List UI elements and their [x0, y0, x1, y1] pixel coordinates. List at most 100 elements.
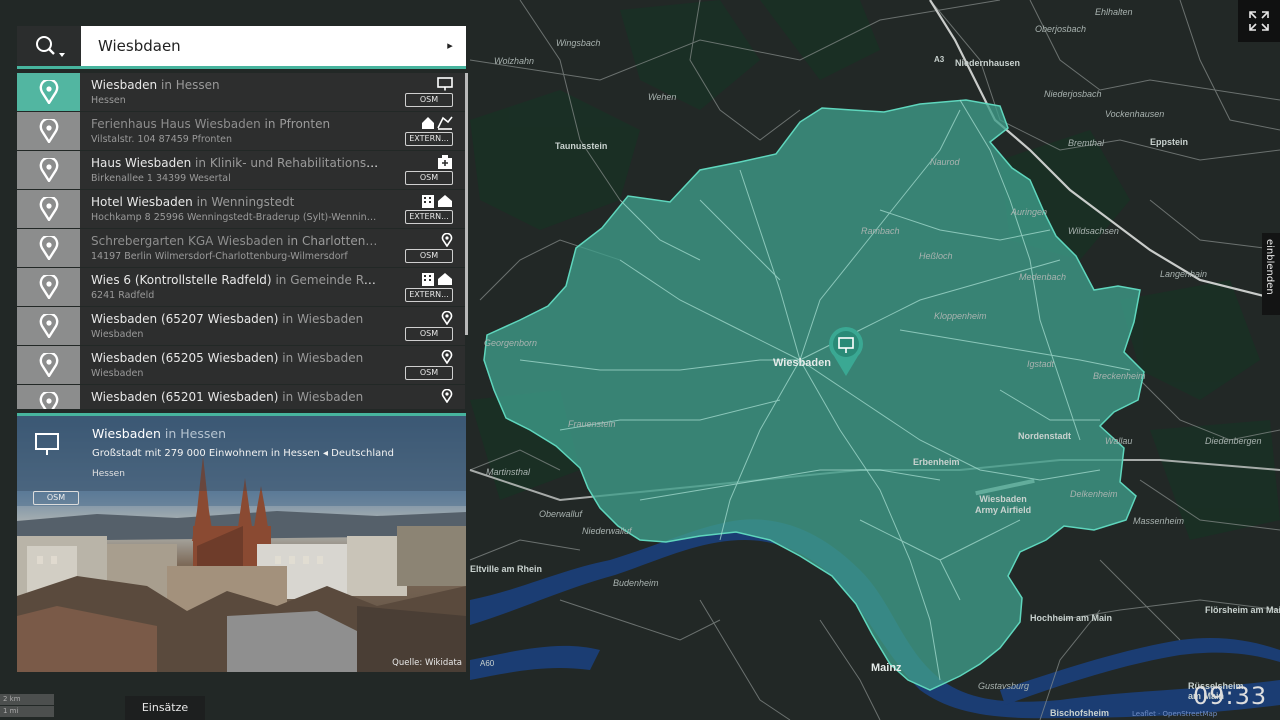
map-label-auringen: Auringen [1011, 207, 1048, 217]
hotel-icon [413, 115, 453, 130]
monitor-icon [35, 433, 59, 455]
building-icon [413, 271, 453, 286]
search-submit-button[interactable]: ▸ [442, 38, 458, 54]
detail-title: Wiesbaden in Hessen [92, 426, 227, 441]
result-source-badge[interactable]: OSM [405, 93, 453, 107]
detail-region: Hessen [92, 469, 125, 479]
result-address: 6241 Radfeld [91, 290, 155, 301]
result-row[interactable]: Wiesbaden in Hessen Hessen OSM [17, 73, 465, 111]
map-label-wehen: Wehen [648, 92, 677, 102]
map-label-niederwalluf: Niederwalluf [582, 526, 632, 536]
map-label-rambach: Rambach [861, 226, 900, 236]
result-title: Haus Wiesbaden in Klinik- und Rehabilita… [91, 156, 381, 170]
result-title: Wiesbaden (65207 Wiesbaden) in Wiesbaden [91, 312, 364, 326]
result-title: Ferienhaus Haus Wiesbaden in Pfronten [91, 117, 331, 131]
map-label-bremthal: Bremthal [1068, 138, 1105, 148]
map-label-mainz: Mainz [871, 662, 902, 674]
map-label-oberwalluf: Oberwalluf [539, 509, 583, 519]
map-label-eppstein: Eppstein [1150, 137, 1189, 147]
monitor-icon [413, 76, 453, 91]
map-pin-icon [17, 190, 80, 228]
result-row[interactable]: Wiesbaden (65201 Wiesbaden) in Wiesbaden [17, 385, 465, 409]
map-label-medenbach: Medenbach [1019, 272, 1067, 282]
result-address: Birkenallee 1 34399 Wesertal [91, 173, 231, 184]
clock: 09:33 [1193, 682, 1268, 710]
map-pin-icon [17, 151, 80, 189]
map-label-igstadt: Igstadt [1027, 359, 1055, 369]
map-label-nordenstadt: Nordenstadt [1018, 431, 1072, 441]
map-label-breckenheim: Breckenheim [1093, 371, 1146, 381]
map-pin-icon [17, 385, 80, 409]
map-label-delkenheim: Delkenheim [1070, 489, 1118, 499]
einsaetze-button[interactable]: Einsätze [125, 696, 205, 720]
detail-card: Wiesbaden in Hessen Großstadt mit 279 00… [17, 413, 466, 672]
map-pin-icon [17, 346, 80, 384]
map-label-a3: A3 [934, 55, 945, 64]
pin-icon [413, 310, 453, 326]
map-label-vockenhausen: Vockenhausen [1105, 109, 1165, 119]
result-row[interactable]: Wies 6 (Kontrollstelle Radfeld) in Gemei… [17, 268, 465, 306]
photo-credit[interactable]: Quelle: Wikidata [392, 658, 462, 668]
result-address: Vilstalstr. 104 87459 Pfronten [91, 134, 233, 145]
map-label-oberjosbach: Oberjosbach [1035, 24, 1087, 34]
result-row[interactable]: Ferienhaus Haus Wiesbaden in Pfronten Vil… [17, 112, 465, 150]
map-label-martinsthal: Martinsthal [486, 467, 531, 477]
map-label-georgenborn: Georgenborn [484, 338, 538, 348]
result-row[interactable]: Schrebergarten KGA Wiesbaden in Charlott… [17, 229, 465, 267]
map-label-budenheim: Budenheim [613, 578, 659, 588]
map-label-ehlhalten: Ehlhalten [1095, 7, 1133, 17]
result-source-badge[interactable]: EXTERN... [405, 210, 453, 224]
result-address: Wiesbaden [91, 368, 144, 379]
map-pin-icon [17, 229, 80, 267]
result-source-badge[interactable]: OSM [405, 366, 453, 380]
result-title: Schrebergarten KGA Wiesbaden in Charlott… [91, 234, 381, 248]
results-scrollbar[interactable] [465, 73, 468, 335]
result-title: Wiesbaden in Hessen [91, 78, 220, 92]
map-label-hochheim: Hochheim am Main [1030, 613, 1113, 623]
result-source-badge[interactable]: OSM [405, 249, 453, 263]
pin-icon [413, 349, 453, 365]
map-pin-icon [17, 307, 80, 345]
map-scale: 2 km 1 mi [0, 694, 54, 718]
search-bar: ▸ [17, 26, 466, 69]
fullscreen-button[interactable] [1238, 0, 1280, 42]
search-icon [36, 36, 65, 57]
detail-source-badge[interactable]: OSM [33, 491, 79, 505]
search-mode-button[interactable] [17, 26, 81, 66]
building-icon [413, 193, 453, 208]
map-attribution[interactable]: Leaflet · OpenStreetMap [1132, 710, 1217, 718]
map-label-a60: A60 [480, 659, 495, 668]
map-label-hessloch: Heßloch [919, 251, 953, 261]
result-source-badge[interactable]: EXTERN... [405, 288, 453, 302]
pin-icon [413, 232, 453, 248]
map-label-wallau: Wallau [1105, 436, 1133, 446]
result-row[interactable]: Hotel Wiesbaden in Wenningstedt Hochkamp … [17, 190, 465, 228]
einblenden-label: einblenden [1264, 239, 1275, 295]
map-label-niederjosbach: Niederjosbach [1044, 89, 1102, 99]
result-source-badge[interactable]: OSM [405, 327, 453, 341]
map-label-massenheim: Massenheim [1133, 516, 1185, 526]
map-label-langenhain: Langenhain [1160, 269, 1208, 279]
chevron-down-icon [59, 53, 65, 57]
map-label-wingsbach: Wingsbach [556, 38, 601, 48]
scale-km: 2 km [0, 694, 54, 705]
map-label-eltville: Eltville am Rhein [470, 564, 543, 574]
result-row[interactable]: Wiesbaden (65205 Wiesbaden) in Wiesbaden… [17, 346, 465, 384]
search-results-list[interactable]: Wiesbaden in Hessen Hessen OSM Ferienhaus H… [17, 73, 465, 409]
map-label-niedernhausen: Niedernhausen [955, 58, 1021, 68]
einblenden-tab[interactable]: einblenden [1262, 233, 1280, 315]
result-address: Wiesbaden [91, 329, 144, 340]
result-source-badge[interactable]: OSM [405, 171, 453, 185]
map-label-frauenstein: Frauenstein [568, 419, 616, 429]
search-input[interactable] [81, 26, 441, 66]
map-label-erbenheim: Erbenheim [913, 457, 960, 467]
result-title: Wiesbaden (65201 Wiesbaden) in Wiesbaden [91, 390, 364, 404]
result-row[interactable]: Haus Wiesbaden in Klinik- und Rehabilita… [17, 151, 465, 189]
result-title: Hotel Wiesbaden in Wenningstedt [91, 195, 295, 209]
result-row[interactable]: Wiesbaden (65207 Wiesbaden) in Wiesbaden… [17, 307, 465, 345]
map-label-naurod: Naurod [930, 157, 960, 167]
map-label-floersheim: Flörsheim am Main [1205, 605, 1280, 615]
pin-icon [413, 388, 453, 404]
map-pin-icon [17, 268, 80, 306]
result-source-badge[interactable]: EXTERN... [405, 132, 453, 146]
